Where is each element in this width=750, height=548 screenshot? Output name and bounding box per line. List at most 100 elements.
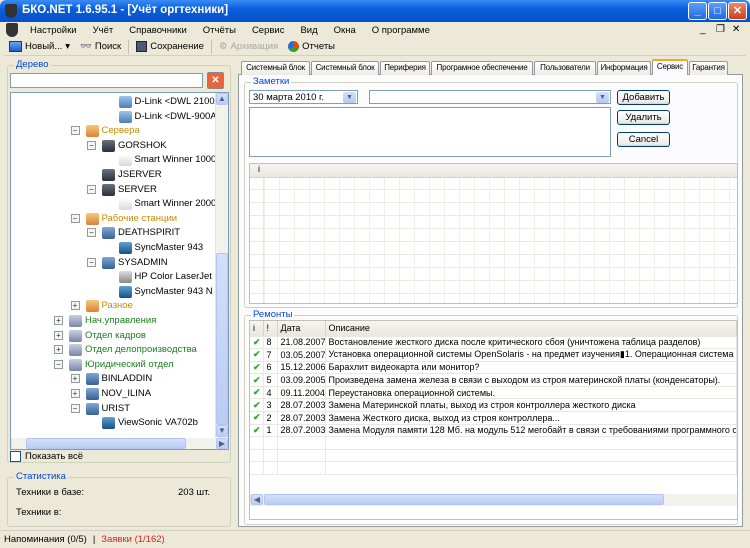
clear-search-button[interactable]: ✕ (207, 72, 224, 89)
menu-settings[interactable]: Настройки (22, 25, 85, 36)
collapse-icon[interactable]: − (70, 213, 80, 223)
tree-item[interactable]: D-Link <DWL-900AP+> (11, 110, 228, 124)
tree-item[interactable]: SyncMaster 943 (11, 241, 216, 255)
archive-button[interactable]: ⚙ Архивация (214, 41, 283, 52)
menu-accounting[interactable]: Учёт (85, 25, 122, 36)
note-type-combo[interactable]: ▼ (369, 90, 611, 104)
maximize-button[interactable]: □ (708, 2, 727, 20)
tree-item[interactable]: − Сервера (11, 124, 216, 138)
column-header-date[interactable]: Дата (277, 321, 326, 337)
tree-item[interactable]: + Разное (11, 299, 216, 313)
requests-status[interactable]: Заявки (1/162) (101, 534, 164, 545)
tree-item[interactable]: + Нач.управления (11, 314, 216, 328)
menu-view[interactable]: Вид (292, 25, 325, 36)
collapse-icon[interactable]: − (87, 184, 96, 194)
tab-5[interactable]: Информация (597, 61, 651, 75)
tree-item[interactable]: − SYSADMIN (11, 256, 216, 270)
tree-item[interactable]: − SERVER (11, 183, 216, 197)
table-row[interactable]: ✔ 7 03.05.2007 Установка операционной систе… (250, 348, 737, 362)
expand-icon[interactable]: + (54, 330, 63, 340)
menu-windows[interactable]: Окна (326, 25, 364, 36)
tree-item[interactable]: Smart Winner 1000 (11, 153, 216, 167)
checkbox-box[interactable] (10, 451, 21, 462)
table-row[interactable]: ✔ 6 15.12.2006 Барахлит видеокарта или мони… (250, 361, 737, 375)
date-picker[interactable]: 30 марта 2010 г. ▼ (249, 90, 358, 104)
menu-reports[interactable]: Отчёты (195, 25, 244, 36)
mdi-restore-button[interactable]: ❐ (716, 24, 725, 35)
hscroll-thumb[interactable] (264, 494, 664, 505)
tree-vertical-scrollbar[interactable]: ▲ ▼ (215, 93, 228, 438)
collapse-icon[interactable]: − (87, 140, 96, 150)
tree-item[interactable]: SyncMaster 943 N (11, 285, 216, 299)
tree-item[interactable]: HP Color LaserJet 3500 (11, 270, 228, 284)
tree-search-input[interactable] (10, 73, 203, 88)
new-button[interactable]: Новый... ▾ (4, 41, 75, 52)
tab-3[interactable]: Програмное обеспечение (431, 61, 533, 75)
tree-item[interactable]: − Юридический отдел (11, 358, 216, 372)
menu-references[interactable]: Справочники (121, 25, 195, 36)
tree-item[interactable]: − DEATHSPIRIT (11, 226, 216, 240)
mdi-app-icon[interactable] (6, 23, 18, 37)
tree-item[interactable]: + Отдел кадров (11, 329, 216, 343)
collapse-icon[interactable]: − (70, 403, 80, 413)
tree-item[interactable]: − Рабочие станции (11, 212, 216, 226)
delete-button[interactable]: Удалить (617, 110, 670, 125)
tree-item[interactable]: D-Link <DWL 2100AP> (11, 95, 228, 109)
minimize-button[interactable]: _ (688, 2, 707, 20)
tree-item[interactable]: − GORSHOK (11, 139, 216, 153)
expand-icon[interactable]: + (54, 345, 63, 355)
scroll-down-button[interactable]: ▼ (216, 425, 228, 437)
tab-0[interactable]: Системный блок (241, 61, 310, 75)
collapse-icon[interactable]: − (87, 257, 96, 267)
chevron-down-icon[interactable]: ▼ (343, 92, 356, 103)
tree-item[interactable]: + Отдел делопроизводства (11, 343, 216, 357)
repairs-horizontal-scrollbar[interactable]: ◀ (250, 494, 737, 506)
column-header-priority[interactable]: ! (263, 321, 278, 337)
hscroll-thumb[interactable] (26, 438, 186, 449)
search-button[interactable]: 👓 Поиск (75, 41, 126, 52)
column-header-info[interactable]: i (250, 321, 264, 337)
expand-icon[interactable]: + (70, 374, 80, 384)
scroll-left-button[interactable]: ◀ (251, 494, 263, 505)
menu-about[interactable]: О программе (364, 25, 438, 36)
info-column-header[interactable]: i (258, 164, 260, 174)
reminders-status[interactable]: Напоминания (0/5) (4, 534, 87, 545)
save-button[interactable]: Сохранение (131, 41, 209, 52)
tab-2[interactable]: Периферия (380, 61, 430, 75)
table-row[interactable]: ✔ 8 21.08.2007 Востановление жесткого диска… (250, 336, 737, 350)
tree-item[interactable]: JSERVER (11, 168, 216, 182)
chevron-down-icon[interactable]: ▼ (596, 92, 609, 103)
tree-item[interactable]: ViewSonic VA702b (11, 416, 216, 430)
column-header-description[interactable]: Описание (325, 321, 737, 337)
dropdown-arrow-icon[interactable]: ▾ (65, 41, 70, 52)
scroll-thumb[interactable] (216, 253, 228, 425)
show-all-checkbox[interactable]: Показать всё (10, 451, 83, 462)
cancel-button[interactable]: Cancel (617, 132, 670, 147)
tree-item[interactable]: Smart Winner 2000 (11, 197, 216, 211)
tab-7[interactable]: Гарантия (689, 61, 728, 75)
tree-item[interactable]: + BINLADDIN (11, 372, 216, 386)
expand-icon[interactable]: + (70, 389, 80, 398)
scroll-right-button[interactable]: ▶ (216, 438, 228, 449)
tab-6[interactable]: Сервис (652, 59, 688, 75)
table-row[interactable]: ✔ 3 28.07.2003 Замена Материнской платы, вы… (250, 398, 737, 413)
mdi-close-button[interactable]: ✕ (732, 24, 740, 35)
tree-horizontal-scrollbar[interactable]: ▶ (11, 438, 228, 449)
add-button[interactable]: Добавить (617, 90, 670, 105)
table-row[interactable]: ✔ 5 03.09.2005 Произведена замена железа в … (250, 373, 737, 387)
reports-button[interactable]: Отчеты (283, 41, 340, 52)
tab-4[interactable]: Пользователи (534, 61, 596, 75)
close-button[interactable]: ✕ (728, 2, 747, 20)
collapse-icon[interactable]: − (70, 126, 80, 136)
expand-icon[interactable]: + (54, 316, 63, 325)
table-row[interactable]: ✔ 4 09.11.2004 Переустановка операционной с… (250, 386, 737, 400)
tree-item[interactable]: + NOV_ILINA (11, 387, 216, 401)
mdi-minimize-button[interactable]: _ (700, 24, 706, 35)
collapse-icon[interactable]: − (54, 359, 63, 369)
table-row[interactable]: ✔ 2 28.07.2003 Замена Жесткого диска, выход… (250, 411, 737, 425)
scroll-up-button[interactable]: ▲ (216, 93, 228, 105)
tab-1[interactable]: Системный блок (311, 61, 379, 75)
note-textarea[interactable] (249, 107, 611, 157)
tree-item[interactable]: − URIST (11, 402, 216, 416)
menu-service[interactable]: Сервис (244, 25, 293, 36)
